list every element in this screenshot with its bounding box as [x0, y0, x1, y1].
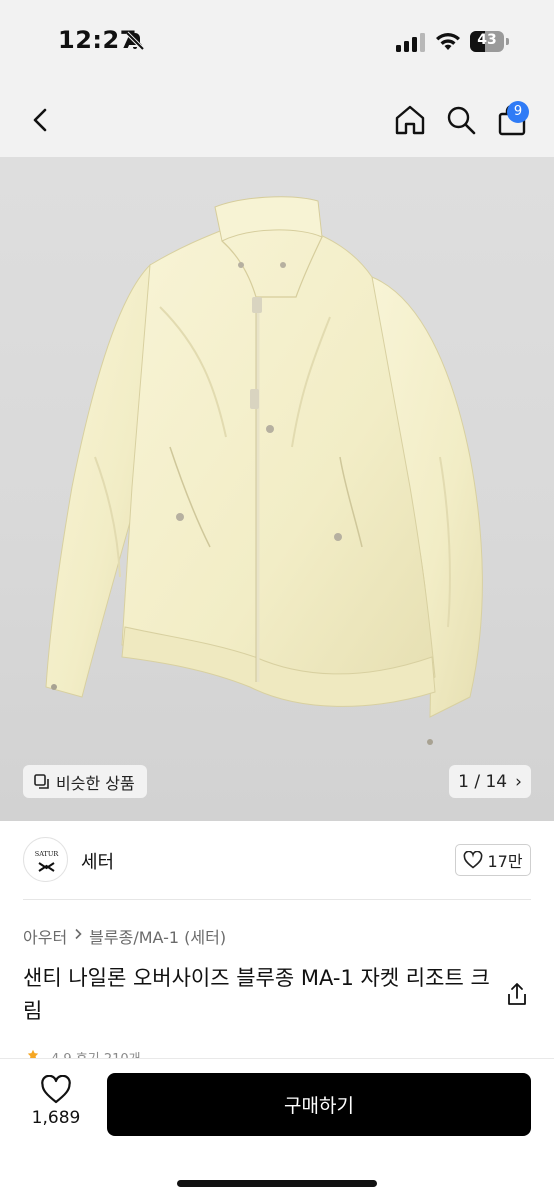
brand-logo-mark: SATUR — [35, 850, 60, 872]
product-title: 샌티 나일론 오버사이즈 블루종 MA-1 자켓 리조트 크림 — [23, 966, 490, 1023]
chevron-right-icon — [73, 928, 83, 944]
breadcrumb-subcategory[interactable]: 블루종/MA-1 (세터) — [89, 924, 226, 948]
image-page-text: 1 / 14 — [458, 771, 508, 792]
top-nav-bar — [0, 84, 554, 157]
similar-items-label: 비슷한 상품 — [56, 773, 135, 793]
home-icon[interactable] — [393, 103, 427, 137]
product-photo-jacket — [45, 196, 483, 745]
search-icon[interactable] — [444, 103, 478, 137]
product-like-count: 1,689 — [31, 1108, 81, 1128]
home-indicator — [177, 1180, 377, 1187]
breadcrumb: 아우터 블루종/MA-1 (세터) — [23, 924, 226, 948]
divider — [23, 899, 531, 900]
back-icon[interactable] — [24, 102, 58, 138]
cart-count-badge: 9 — [507, 101, 529, 123]
similar-items-button[interactable]: 비슷한 상품 — [23, 765, 147, 798]
heart-icon[interactable] — [40, 1075, 72, 1105]
brand-like-count: 17만 — [487, 852, 523, 871]
chevron-right-icon: › — [515, 771, 522, 792]
brand-logo[interactable]: SATUR — [23, 837, 68, 882]
status-bar: 12:27 43 — [0, 0, 554, 84]
share-icon[interactable] — [505, 981, 529, 1007]
heart-icon — [464, 851, 483, 869]
brand-name[interactable]: 세터 — [81, 848, 114, 874]
cellular-signal-icon — [396, 33, 425, 52]
wifi-icon — [436, 33, 460, 50]
battery-percent: 43 — [477, 32, 497, 48]
bell-slash-icon — [125, 31, 145, 51]
similar-items-icon — [34, 773, 49, 789]
buy-button[interactable]: 구매하기 — [107, 1073, 531, 1136]
image-page-indicator[interactable]: 1 / 14 › — [449, 765, 531, 798]
product-detail-screen: 12:27 43 9 비슷한 상품 1 / 14 › SATUR 세터 17만 … — [0, 0, 554, 1200]
product-image-carousel[interactable] — [0, 157, 554, 821]
battery-icon: 43 — [470, 31, 510, 52]
breadcrumb-category[interactable]: 아우터 — [23, 924, 67, 948]
brand-like-button[interactable]: 17만 — [455, 844, 531, 876]
brand-logo-text: SATUR — [35, 850, 60, 858]
